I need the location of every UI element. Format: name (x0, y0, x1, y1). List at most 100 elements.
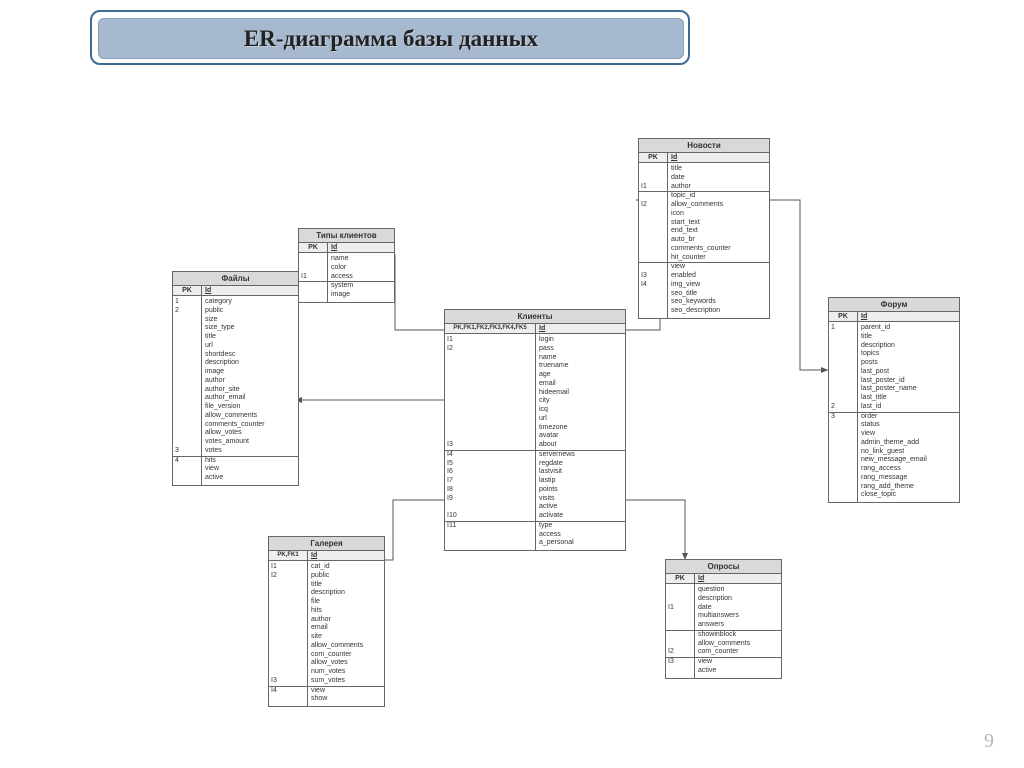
pk-header: PK (666, 574, 695, 583)
key (445, 389, 535, 398)
key (639, 263, 667, 272)
key (445, 531, 535, 540)
pk-header: PK,FK1 (269, 551, 308, 560)
attr: com_counter (695, 648, 781, 657)
key: I8 (445, 486, 535, 495)
attr: multianswers (695, 612, 781, 621)
attr: allow_comments (202, 412, 298, 421)
attr: comments_counter (668, 245, 769, 254)
key: I3 (666, 658, 694, 667)
key: 3 (173, 447, 201, 456)
id-header: Id (858, 312, 959, 321)
key (445, 362, 535, 371)
key: I5 (445, 460, 535, 469)
key (173, 342, 201, 351)
attr: avatar (536, 432, 625, 441)
key: 4 (173, 457, 201, 466)
attr: show (308, 695, 384, 704)
key (829, 350, 857, 359)
key (269, 589, 307, 598)
key (269, 598, 307, 607)
key: 1 (173, 298, 201, 307)
key (269, 624, 307, 633)
attr: pass (536, 345, 625, 354)
key (269, 607, 307, 616)
key (666, 595, 694, 604)
attr: description (858, 342, 959, 351)
attr: description (695, 595, 781, 604)
attr: author (202, 377, 298, 386)
key: I4 (639, 281, 667, 290)
attr: order (858, 413, 959, 422)
attr: lastip (536, 477, 625, 486)
attr-column: namecoloraccesssystemimage (328, 253, 394, 302)
key (445, 354, 535, 363)
key (829, 491, 857, 500)
key-column: 1 23 (829, 322, 858, 502)
attr: size (202, 316, 298, 325)
attr: city (536, 397, 625, 406)
key (829, 474, 857, 483)
key (269, 616, 307, 625)
id-header: Id (668, 153, 769, 162)
key: I2 (666, 648, 694, 657)
key: 3 (829, 413, 857, 422)
id-header: Id (202, 286, 298, 295)
attr: type (536, 522, 625, 531)
key (173, 474, 201, 483)
key (445, 539, 535, 548)
attr: icon (668, 210, 769, 219)
key (445, 397, 535, 406)
attr: votes_amount (202, 438, 298, 447)
attr-column: loginpassnametruenameageemailhideemailci… (536, 334, 625, 550)
key (173, 377, 201, 386)
attr: category (202, 298, 298, 307)
entity-title: Типы клиентов (299, 229, 394, 243)
key (639, 307, 667, 316)
key (829, 448, 857, 457)
key (829, 465, 857, 474)
attr: author_email (202, 394, 298, 403)
attr: seo_keywords (668, 298, 769, 307)
attr-column: parent_idtitledescriptiontopicspostslast… (858, 322, 959, 502)
attr: seo_title (668, 290, 769, 299)
attr: name (328, 255, 394, 264)
key (639, 290, 667, 299)
attr: file (308, 598, 384, 607)
key (639, 236, 667, 245)
key: I4 (269, 687, 307, 696)
attr: last_title (858, 394, 959, 403)
key: I2 (639, 201, 667, 210)
pk-header: PK (173, 286, 202, 295)
key (173, 368, 201, 377)
attr-column: questiondescriptiondatemultianswersanswe… (695, 584, 781, 678)
key (639, 210, 667, 219)
attr: system (328, 282, 394, 291)
key-column: I1 (299, 253, 328, 302)
attr: access (328, 273, 394, 282)
attr: cat_id (308, 563, 384, 572)
attr: num_votes (308, 668, 384, 677)
attr: allow_comments (695, 640, 781, 649)
attr: comments_counter (202, 421, 298, 430)
entity-title: Форум (829, 298, 959, 312)
attr: view (695, 658, 781, 667)
id-header: Id (308, 551, 384, 560)
attr: no_link_guest (858, 448, 959, 457)
attr: servernews (536, 451, 625, 460)
attr: votes (202, 447, 298, 456)
key-column: I1I2 I3I4I5I6I7I8I9 I10I11 (445, 334, 536, 550)
attr: active (202, 474, 298, 483)
attr: hit_counter (668, 254, 769, 263)
key-column: I1I2 I3I4 (269, 561, 308, 706)
key-column: 12 34 (173, 296, 202, 485)
key: I2 (269, 572, 307, 581)
key (173, 333, 201, 342)
attr: question (695, 586, 781, 595)
key (445, 424, 535, 433)
attr: name (536, 354, 625, 363)
key (639, 254, 667, 263)
entity-title: Новости (639, 139, 769, 153)
attr: new_message_email (858, 456, 959, 465)
attr: view (202, 465, 298, 474)
